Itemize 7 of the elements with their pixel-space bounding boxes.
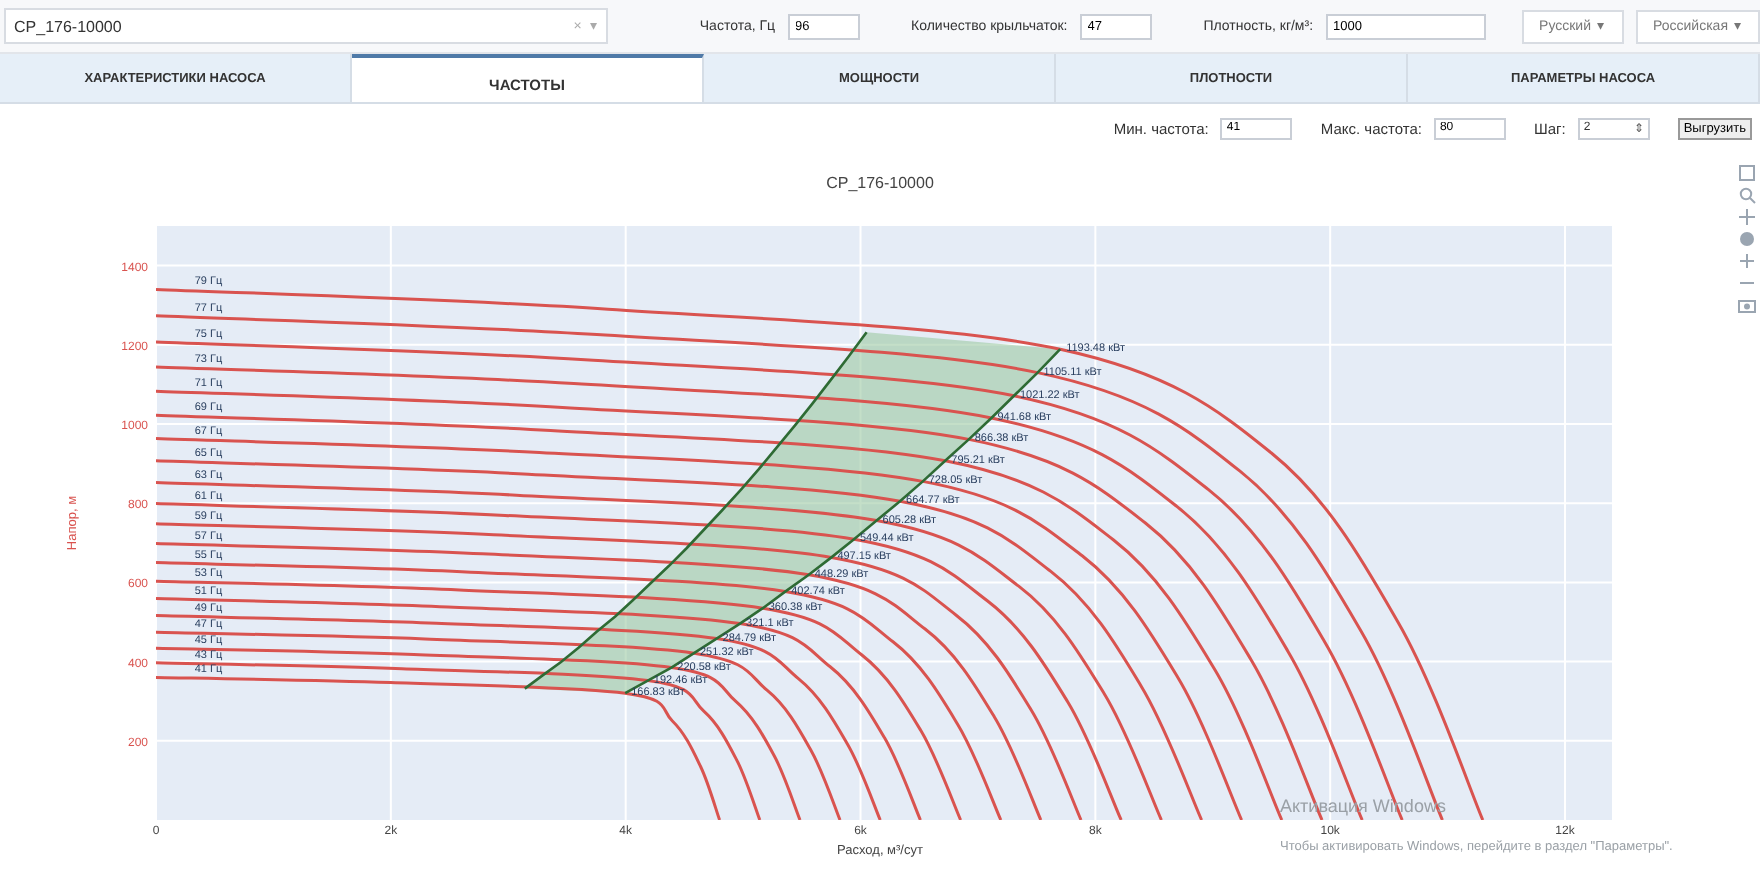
pan-icon[interactable]: [1738, 208, 1756, 226]
chart-title: CP_176-10000: [826, 174, 934, 192]
plus-icon[interactable]: [1738, 252, 1756, 270]
camera-icon[interactable]: [1738, 296, 1756, 314]
dot-icon[interactable]: [1738, 230, 1756, 248]
download-icon[interactable]: [1738, 164, 1756, 182]
zoom-icon[interactable]: [1738, 186, 1756, 204]
